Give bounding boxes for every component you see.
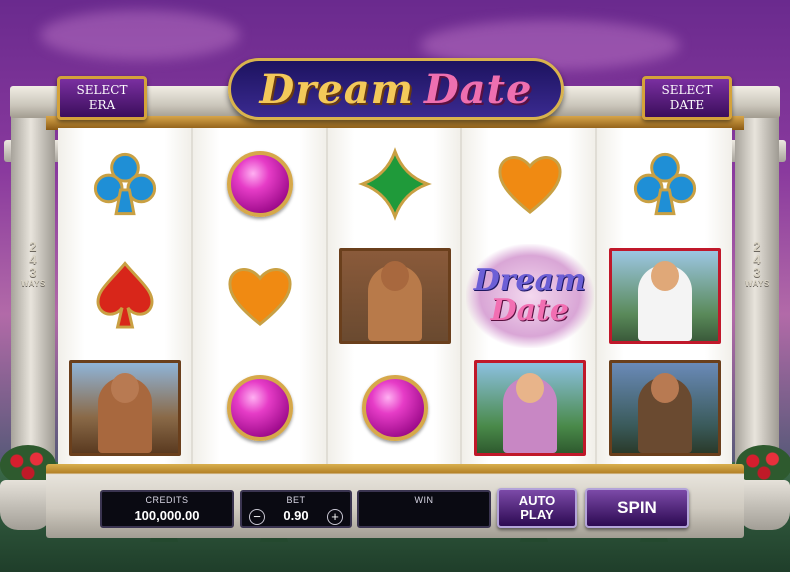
win-panel: WIN — [357, 490, 491, 528]
symbol-orange-heart — [462, 128, 597, 240]
credits-panel: CREDITS 100,000.00 — [100, 490, 234, 528]
symbol-blue-club — [597, 128, 732, 240]
right-vase — [738, 480, 790, 530]
ways-badge-right: 2 4 3 WAYS — [745, 240, 769, 289]
autoplay-line1: AUTO — [518, 493, 556, 508]
logo-word-dream: Dream — [259, 65, 414, 113]
symbol-green-diamond — [328, 128, 463, 240]
pink-gem-icon — [227, 375, 294, 441]
wild-word-dream: Dream — [473, 263, 586, 298]
ways-label: WAYS — [745, 279, 770, 288]
select-era-button[interactable]: SELECT ERA — [57, 76, 147, 120]
symbol-gladiator-portrait — [328, 240, 463, 352]
symbol-orange-heart — [193, 240, 328, 352]
modern-man-head — [650, 261, 679, 291]
lady-image — [473, 360, 586, 456]
reel-3 — [327, 128, 463, 464]
left-vase — [0, 480, 52, 530]
symbol-red-spade — [58, 240, 193, 352]
bet-increase-button[interactable]: + — [327, 509, 343, 525]
symbol-pink-gem — [328, 352, 463, 464]
wild-word-date: Date — [490, 293, 569, 328]
logo-word-date: Date — [423, 65, 533, 113]
lady-head — [515, 373, 544, 403]
spin-label: SPIN — [617, 498, 657, 517]
pirate-image — [69, 360, 182, 456]
symbol-pink-gem — [193, 352, 328, 464]
symbol-dream-date-wild: Dream Date — [462, 240, 597, 352]
symbol-lady-portrait — [462, 352, 597, 464]
ways-digit: 3 — [29, 265, 37, 280]
credits-label: CREDITS — [145, 495, 189, 505]
pink-gem-icon — [227, 151, 294, 217]
club-icon — [94, 152, 157, 216]
spin-button[interactable]: SPIN — [585, 488, 689, 528]
credits-value: 100,000.00 — [134, 508, 200, 523]
game-logo: Dream Date — [228, 58, 564, 120]
select-date-line2: DATE — [669, 98, 705, 112]
autoplay-button[interactable]: AUTO PLAY — [497, 488, 577, 528]
right-flower-bunch — [736, 445, 790, 485]
cloud — [40, 10, 240, 60]
diamond-icon — [358, 147, 432, 221]
symbol-pink-gem — [193, 128, 328, 240]
reel-area: Dream Date — [58, 128, 732, 464]
symbol-pirate-portrait — [58, 352, 193, 464]
warrior-image — [608, 360, 721, 456]
ways-label: WAYS — [21, 279, 46, 288]
win-label: WIN — [414, 495, 434, 505]
bet-decrease-button[interactable]: − — [249, 509, 265, 525]
reel-5 — [597, 128, 732, 464]
reel-1 — [58, 128, 193, 464]
select-date-button[interactable]: SELECT DATE — [642, 76, 732, 120]
ways-badge-left: 2 4 3 WAYS — [21, 240, 45, 289]
select-date-line1: SELECT — [661, 83, 713, 97]
modern-man-image — [608, 248, 721, 344]
gladiator-image — [338, 248, 451, 344]
spade-icon — [96, 261, 154, 329]
heart-icon — [498, 156, 562, 215]
gladiator-head — [380, 261, 409, 291]
select-era-line2: ERA — [88, 98, 116, 112]
symbol-modern-man-portrait — [597, 240, 732, 352]
autoplay-line2: PLAY — [520, 507, 554, 522]
bet-label: BET — [286, 495, 306, 505]
select-era-line1: SELECT — [76, 83, 128, 97]
heart-icon — [228, 268, 292, 327]
warrior-head — [650, 373, 679, 403]
club-icon — [633, 152, 696, 216]
reel-4: Dream Date — [462, 128, 598, 464]
symbol-blue-club — [58, 128, 193, 240]
ways-digit: 3 — [753, 265, 761, 280]
pink-gem-icon — [361, 375, 428, 441]
wild-logo: Dream Date — [465, 244, 594, 348]
reel-2 — [192, 128, 328, 464]
symbol-warrior-portrait — [597, 352, 732, 464]
bet-panel: BET 0.90 − + — [240, 490, 352, 528]
